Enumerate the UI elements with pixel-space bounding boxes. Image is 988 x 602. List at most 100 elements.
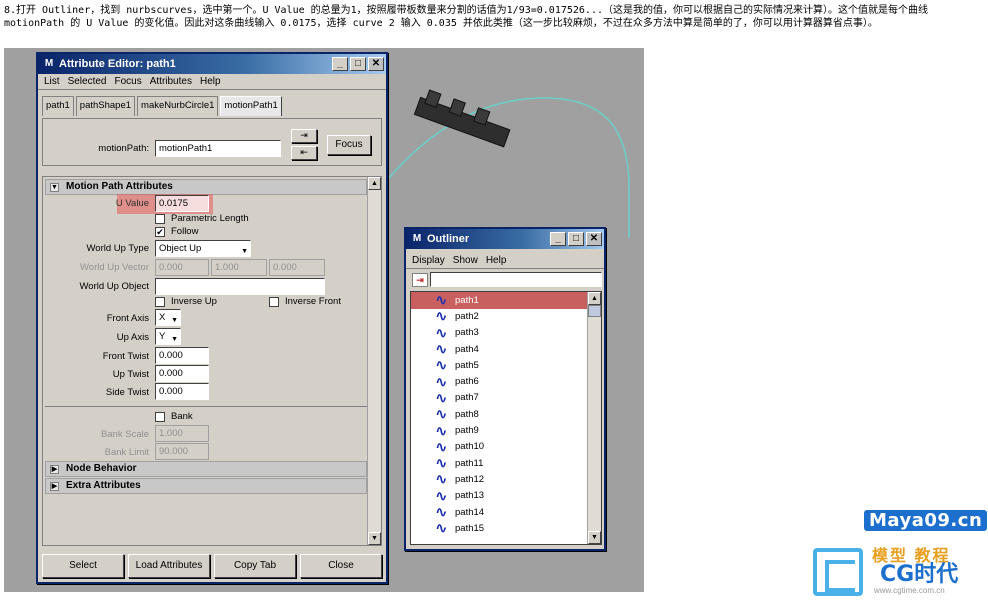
select-input-icon[interactable]: ⇥ (291, 129, 317, 143)
list-item[interactable]: ∿ path13 (411, 488, 601, 504)
side-twist-field[interactable]: 0.000 (155, 383, 209, 400)
list-item[interactable]: ∿ path6 (411, 373, 601, 389)
maximize-button[interactable]: □ (350, 57, 366, 71)
section-motion-path[interactable]: ▼ Motion Path Attributes (45, 179, 367, 195)
menu-help[interactable]: Help (196, 76, 225, 87)
world-up-vector-x[interactable]: 0.000 (155, 259, 209, 276)
bank-limit-label: Bank Limit (104, 447, 149, 458)
menu-show[interactable]: Show (449, 255, 482, 266)
world-up-vector-z[interactable]: 0.000 (269, 259, 325, 276)
tab-makenurbcircle1[interactable]: makeNurbCircle1 (137, 96, 219, 116)
list-item[interactable]: ∿ path11 (411, 455, 601, 471)
list-item[interactable]: ∿ path4 (411, 341, 601, 357)
bank-limit-field[interactable]: 90.000 (155, 443, 209, 460)
filter-icon[interactable]: ⇥ (412, 273, 428, 287)
item-label: path1 (455, 294, 479, 306)
world-up-type-dropdown[interactable]: Object Up ▼ (155, 240, 251, 257)
front-twist-field[interactable]: 0.000 (155, 347, 209, 364)
expand-arrow-icon: ▶ (50, 482, 59, 491)
outliner-scrollbar[interactable]: ▲ ▼ (587, 292, 601, 544)
select-output-icon[interactable]: ⇤ (291, 146, 317, 160)
node-header-panel: motionPath: motionPath1 ⇥ ⇤ Focus (42, 118, 382, 166)
section-extra-attributes[interactable]: ▶ Extra Attributes (45, 478, 367, 494)
front-axis-dropdown[interactable]: X ▼ (155, 309, 181, 326)
nurbs-curve-icon: ∿ (435, 454, 448, 473)
nurbs-curve-icon: ∿ (435, 519, 448, 538)
minimize-button[interactable]: _ (332, 57, 348, 71)
scroll-down-icon[interactable]: ▼ (368, 532, 381, 545)
bank-checkbox[interactable] (155, 412, 165, 422)
nurbs-curve-icon: ∿ (435, 372, 448, 391)
menu-help[interactable]: Help (482, 255, 511, 266)
item-label: path8 (455, 408, 479, 420)
section-node-behavior[interactable]: ▶ Node Behavior (45, 461, 367, 477)
up-axis-label: Up Axis (116, 332, 149, 343)
scroll-up-icon[interactable]: ▲ (368, 177, 381, 190)
load-attributes-button[interactable]: Load Attributes (128, 554, 210, 578)
world-up-vector-y[interactable]: 1.000 (211, 259, 267, 276)
item-label: path10 (455, 441, 485, 453)
menu-selected[interactable]: Selected (64, 76, 111, 87)
nurbs-curve-icon: ∿ (435, 307, 448, 326)
follow-checkbox[interactable]: ✔ (155, 227, 165, 237)
menu-focus[interactable]: Focus (110, 76, 145, 87)
front-twist-label: Front Twist (102, 351, 149, 362)
parametric-length-checkbox[interactable] (155, 214, 165, 224)
bank-label: Bank (171, 411, 193, 422)
world-up-object-field[interactable] (155, 278, 325, 295)
tab-pathshape1[interactable]: pathShape1 (75, 96, 136, 116)
site-watermark: Maya09.cn (864, 510, 988, 531)
list-item[interactable]: ∿ path8 (411, 406, 601, 422)
chevron-down-icon: ▼ (241, 248, 248, 255)
scroll-up-icon[interactable]: ▲ (588, 292, 601, 305)
outliner-titlebar[interactable]: M Outliner _ □ ✕ (406, 229, 604, 249)
up-axis-value: Y (159, 331, 166, 342)
menu-display[interactable]: Display (408, 255, 449, 266)
bank-scale-field[interactable]: 1.000 (155, 425, 209, 442)
up-twist-label: Up Twist (112, 369, 149, 380)
u-value-field[interactable]: 0.0175 (155, 195, 209, 212)
follow-label: Follow (171, 226, 199, 237)
motionpath-name-field[interactable]: motionPath1 (155, 140, 281, 157)
list-item[interactable]: ∿ path2 (411, 308, 601, 324)
select-button[interactable]: Select (42, 554, 124, 578)
list-item[interactable]: ∿ path7 (411, 390, 601, 406)
attributes-scrollbar[interactable]: ▲ ▼ (367, 177, 381, 545)
window-title: Attribute Editor: path1 (59, 58, 176, 70)
menu-list[interactable]: List (40, 76, 64, 87)
outliner-filter-field[interactable] (430, 272, 602, 287)
list-item[interactable]: ∿ path12 (411, 471, 601, 487)
close-window-button[interactable]: ✕ (586, 232, 602, 246)
copy-tab-button[interactable]: Copy Tab (214, 554, 296, 578)
up-twist-field[interactable]: 0.000 (155, 365, 209, 382)
close-window-button[interactable]: ✕ (368, 57, 384, 71)
item-label: path3 (455, 327, 479, 339)
nurbs-curve-icon: ∿ (435, 437, 448, 456)
u-value-label: U Value (115, 198, 149, 209)
scroll-down-icon[interactable]: ▼ (588, 531, 601, 544)
close-button[interactable]: Close (300, 554, 382, 578)
up-axis-dropdown[interactable]: Y ▼ (155, 328, 181, 345)
list-item[interactable]: ∿ path5 (411, 357, 601, 373)
list-item[interactable]: ∿ path10 (411, 439, 601, 455)
divider (45, 406, 367, 407)
scroll-thumb[interactable] (588, 305, 601, 317)
maximize-button[interactable]: □ (568, 232, 584, 246)
inverse-front-checkbox[interactable] (269, 297, 279, 307)
section-node-behavior-label: Node Behavior (66, 463, 137, 474)
list-item[interactable]: ∿ path9 (411, 422, 601, 438)
tab-path1[interactable]: path1 (42, 96, 74, 116)
menu-attributes[interactable]: Attributes (146, 76, 196, 87)
nurbs-curve-icon: ∿ (435, 486, 448, 505)
list-item[interactable]: ∿ path3 (411, 325, 601, 341)
list-item[interactable]: ∿ path1 (411, 292, 601, 308)
list-item[interactable]: ∿ path14 (411, 504, 601, 520)
attribute-editor-titlebar[interactable]: M Attribute Editor: path1 _ □ ✕ (38, 54, 386, 74)
instruction-text: 8.打开 Outliner，找到 nurbscurves，选中第一个。U Val… (4, 5, 928, 29)
list-item[interactable]: ∿ path15 (411, 520, 601, 536)
chevron-down-icon: ▼ (171, 317, 178, 324)
minimize-button[interactable]: _ (550, 232, 566, 246)
inverse-up-checkbox[interactable] (155, 297, 165, 307)
focus-button[interactable]: Focus (327, 135, 371, 155)
tab-motionpath1[interactable]: motionPath1 (220, 96, 282, 116)
